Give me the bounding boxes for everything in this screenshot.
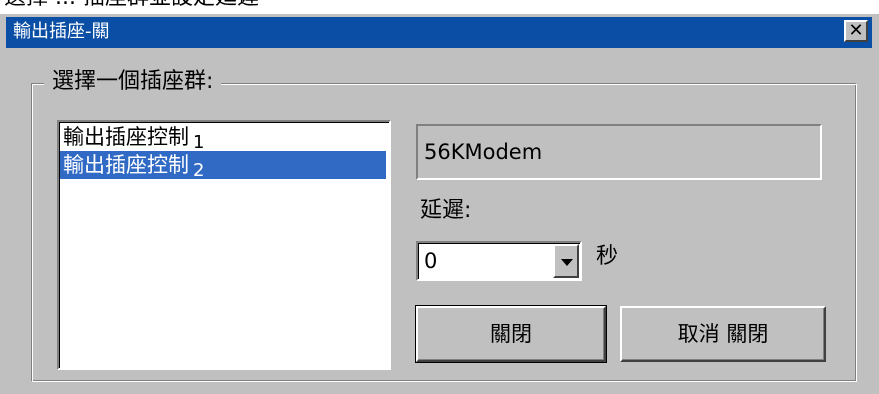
outlet-group-list[interactable]: 輸出插座控制 1 輸出插座控制 2 <box>57 120 391 370</box>
background-caption: 選擇 ... 插座群並設定延遲 <box>0 0 879 14</box>
list-item-label: 輸出插座控制 <box>63 125 189 149</box>
list-item-label: 輸出插座控制 <box>63 153 189 177</box>
delay-select[interactable]: 0 <box>416 241 582 281</box>
chevron-down-icon[interactable] <box>553 244 579 278</box>
delay-label: 延遲: <box>420 198 472 223</box>
background-caption-text: 選擇 ... 插座群並設定延遲 <box>4 0 259 10</box>
list-item-outlet-1[interactable]: 輸出插座控制 1 <box>60 123 386 153</box>
device-name-field: 56KModem <box>416 124 822 180</box>
close-button[interactable]: ✕ <box>844 20 868 42</box>
dialog-title: 輸出插座-關 <box>13 21 110 42</box>
seconds-unit-label: 秒 <box>596 244 619 269</box>
title-bar: 輸出插座-關 ✕ <box>6 17 872 48</box>
list-item-index: 1 <box>193 132 205 153</box>
close-outlet-button[interactable]: 關閉 <box>415 305 607 363</box>
list-item-outlet-2[interactable]: 輸出插座控制 2 <box>60 151 386 181</box>
list-item-index: 2 <box>193 160 205 181</box>
cancel-close-button[interactable]: 取消 關閉 <box>620 306 826 362</box>
group-label: 選擇一個插座群: <box>44 67 222 97</box>
delay-value: 0 <box>424 249 438 273</box>
dialog-window: 輸出插座-關 ✕ 選擇一個插座群: 輸出插座控制 1 輸出插座控制 2 56KMod… <box>0 14 879 394</box>
close-icon: ✕ <box>848 20 864 41</box>
